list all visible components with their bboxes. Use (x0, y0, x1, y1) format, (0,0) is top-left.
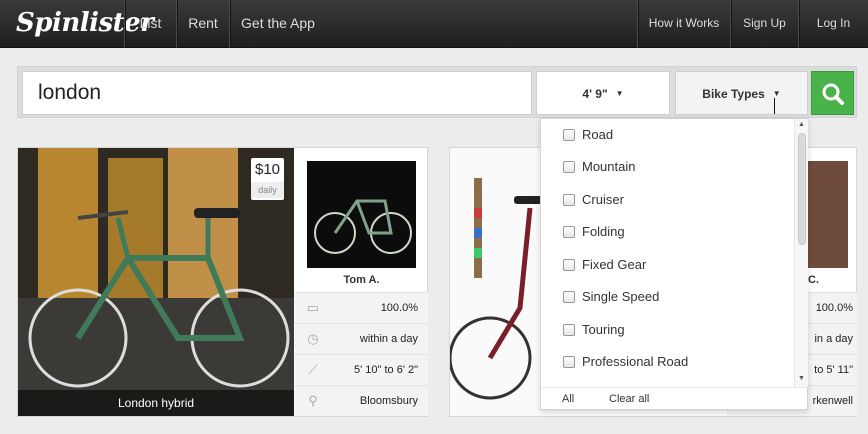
response-time: ◷ within a day (295, 323, 428, 354)
owner-panel[interactable]: Tom A. (295, 148, 428, 292)
height-select[interactable]: 4' 9" ▼ (536, 71, 670, 115)
bike-types-dropdown: Road Mountain Cruiser Folding Fixed Gear… (540, 118, 808, 410)
option-label: Single Speed (582, 289, 660, 304)
spinlister-logo[interactable]: Spinlister (0, 0, 154, 48)
option-label: Folding (582, 224, 625, 239)
nav-list[interactable]: List (124, 0, 176, 48)
nav-rent[interactable]: Rent (176, 0, 229, 48)
option-fixed-gear[interactable]: Fixed Gear (563, 255, 646, 275)
owner-photo[interactable] (808, 161, 848, 268)
scroll-down-icon[interactable]: ▼ (798, 375, 805, 382)
nav-log-in[interactable]: Log In (798, 0, 868, 48)
chevron-down-icon: ▼ (615, 89, 624, 98)
option-single-speed[interactable]: Single Speed (563, 287, 659, 307)
response-rate: ▭ 100.0% (295, 292, 428, 323)
option-label: Road (582, 127, 614, 142)
clock-icon: ◷ (307, 331, 319, 346)
owner-name: Tom A. (343, 274, 380, 286)
scroll-up-icon[interactable]: ▲ (798, 121, 805, 128)
option-road[interactable]: Road (563, 125, 613, 145)
search-bar: london 4' 9" ▼ Bike Types ▼ (17, 66, 857, 118)
option-label: Mountain (582, 159, 636, 174)
bike-types-list: Road Mountain Cruiser Folding Fixed Gear… (541, 119, 793, 387)
ruler-icon: ⟋ (308, 362, 318, 377)
checkbox[interactable] (563, 161, 575, 173)
option-touring[interactable]: Touring (563, 320, 625, 340)
top-nav: Spinlister List Rent Get the App How it … (0, 0, 868, 48)
response-time-value: within a day (359, 333, 418, 345)
dropdown-footer: All Clear all (541, 387, 807, 410)
price-amount: $10 (254, 161, 281, 178)
location: ⚲ Bloomsbury (295, 385, 428, 416)
option-mountain[interactable]: Mountain (563, 157, 635, 177)
nav-how-it-works[interactable]: How it Works (637, 0, 730, 48)
location-input[interactable]: london (22, 71, 532, 115)
bike-types-select[interactable]: Bike Types ▼ (675, 71, 808, 115)
response-rate-value: 100.0% (380, 302, 418, 314)
option-label: Touring (582, 322, 625, 337)
scrollbar-thumb[interactable] (798, 133, 806, 245)
option-label: Cruiser (582, 192, 624, 207)
dropdown-scrollbar[interactable]: ▲ ▼ (794, 119, 808, 387)
checkbox[interactable] (563, 259, 575, 271)
height-value: 4' 9" (582, 87, 608, 101)
listing-title: London hybrid (18, 390, 294, 416)
price-period: daily (251, 182, 284, 198)
option-label: Professional Road (582, 354, 689, 369)
search-button[interactable] (811, 71, 854, 115)
owner-bike-image (307, 161, 416, 268)
select-all-link[interactable]: All (562, 388, 574, 410)
speech-bubble-icon: ▭ (306, 300, 320, 315)
option-professional-road[interactable]: Professional Road (563, 352, 688, 372)
rider-height-value: 5' 10" to 6' 2" (354, 364, 418, 376)
text-cursor (774, 98, 775, 114)
search-icon (822, 83, 844, 105)
option-cruiser[interactable]: Cruiser (563, 190, 624, 210)
checkbox[interactable] (563, 291, 575, 303)
option-folding[interactable]: Folding (563, 222, 625, 242)
bike-types-label: Bike Types (702, 87, 765, 101)
nav-sign-up[interactable]: Sign Up (730, 0, 798, 48)
option-label: Fixed Gear (582, 257, 647, 272)
clear-all-link[interactable]: Clear all (609, 388, 649, 410)
listing-card[interactable]: London hybrid $10 daily Tom A. ▭ 100.0% … (17, 147, 428, 417)
checkbox[interactable] (563, 194, 575, 206)
owner-name: C. (808, 274, 819, 286)
checkbox[interactable] (563, 324, 575, 336)
price-badge: $10 daily (251, 158, 284, 200)
rider-height: ⟋ 5' 10" to 6' 2" (295, 354, 428, 385)
checkbox[interactable] (563, 356, 575, 368)
map-pin-icon: ⚲ (308, 393, 318, 408)
location-value: Bloomsbury (359, 395, 418, 407)
checkbox[interactable] (563, 129, 575, 141)
bike-photo[interactable]: London hybrid $10 daily (18, 148, 294, 416)
owner-photo[interactable] (307, 161, 416, 268)
checkbox[interactable] (563, 226, 575, 238)
nav-get-the-app[interactable]: Get the App (229, 0, 326, 48)
